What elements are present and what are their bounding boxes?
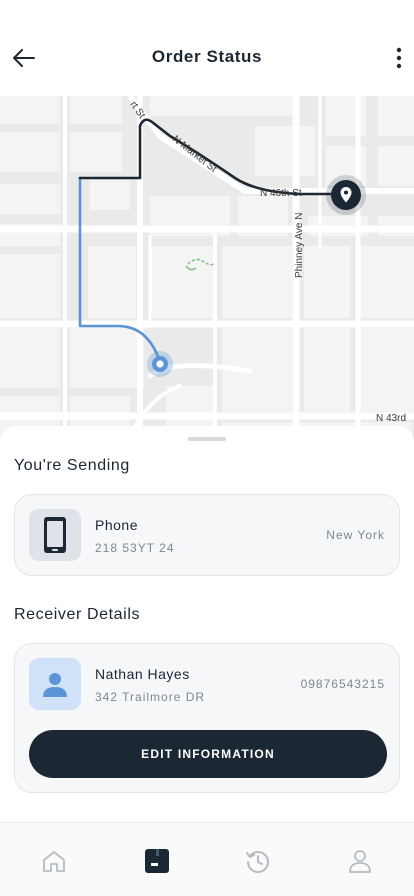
- route-map[interactable]: rt St N Market St N 46th St Phinney Ave …: [0, 96, 414, 446]
- receiver-name: Nathan Hayes: [95, 666, 190, 682]
- user-icon: [43, 673, 67, 697]
- nav-orders[interactable]: [141, 845, 173, 877]
- receiver-address: 342 Trailmore DR: [95, 690, 206, 704]
- street-label: Phinney Ave N: [294, 213, 305, 278]
- destination-pin-icon[interactable]: [326, 175, 366, 215]
- more-options-button[interactable]: [388, 42, 410, 74]
- edit-information-button[interactable]: EDIT INFORMATION: [29, 730, 387, 778]
- history-icon: [246, 851, 269, 873]
- nav-history[interactable]: [242, 845, 274, 877]
- current-location-marker[interactable]: [147, 351, 173, 377]
- page-title: Order Status: [151, 47, 263, 66]
- profile-icon: [349, 850, 371, 873]
- home-icon: [43, 851, 65, 872]
- bottom-navigation: [0, 822, 414, 896]
- street-label: N 43rd: [376, 413, 406, 424]
- item-city: New York: [326, 528, 385, 542]
- receiver-section-title: Receiver Details: [14, 606, 141, 623]
- orders-icon: [145, 849, 169, 873]
- phone-icon: [44, 517, 66, 553]
- nav-profile[interactable]: [344, 845, 376, 877]
- nav-home[interactable]: [38, 845, 70, 877]
- sending-section-title: You're Sending: [14, 457, 130, 474]
- item-icon-box: [29, 509, 81, 561]
- order-details-sheet: You're Sending Phone 218 53YT 24 New Yor…: [0, 426, 414, 826]
- top-bar: Order Status: [0, 0, 414, 96]
- receiver-phone: 09876543215: [300, 677, 385, 691]
- sheet-drag-handle[interactable]: [188, 437, 226, 441]
- sending-item-card[interactable]: Phone 218 53YT 24 New York: [14, 494, 400, 576]
- item-name: Phone: [95, 517, 138, 533]
- more-vertical-icon: [396, 47, 402, 69]
- avatar: [29, 658, 81, 710]
- street-label: N 46th St: [260, 188, 302, 199]
- item-code: 218 53YT 24: [95, 541, 175, 555]
- receiver-card: Nathan Hayes 342 Trailmore DR 0987654321…: [14, 643, 400, 793]
